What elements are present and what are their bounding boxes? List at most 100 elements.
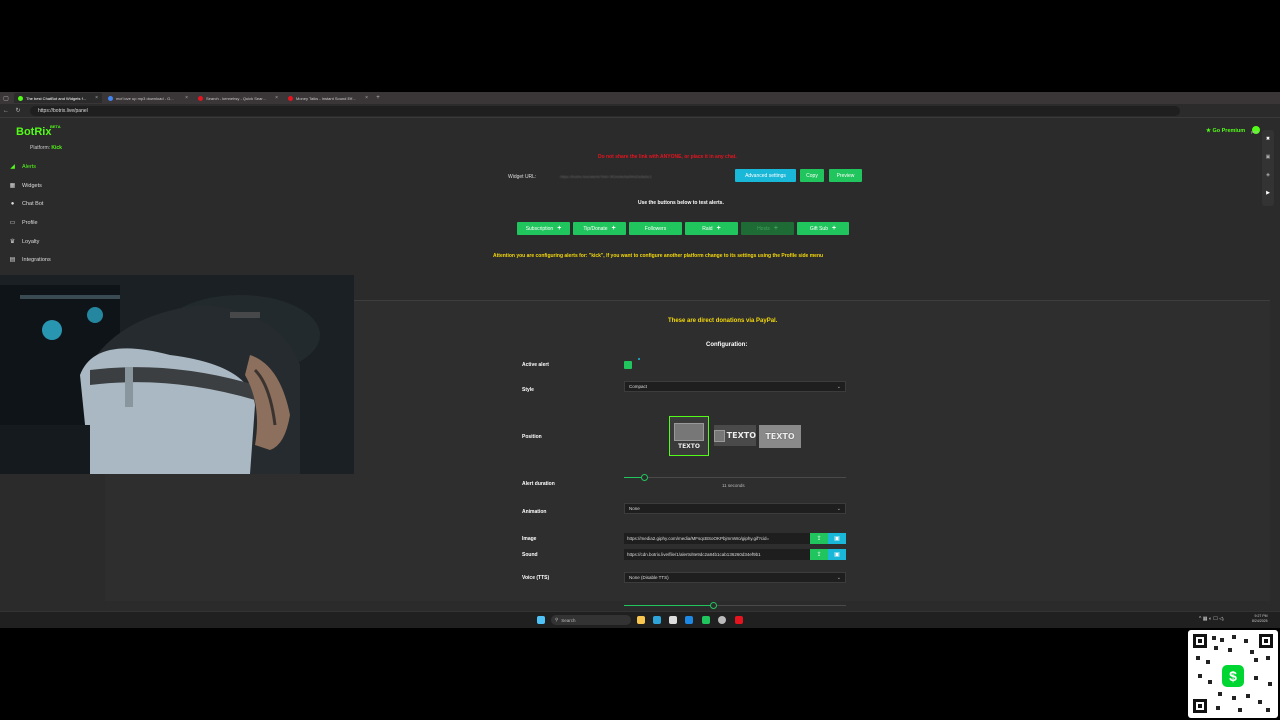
chevron-down-icon: ⌄: [836, 574, 841, 581]
sidebar-item-integrations[interactable]: ▤ Integrations: [9, 256, 51, 264]
browser-tab[interactable]: The best ChatBot and Widgets f... ×: [14, 93, 102, 103]
extension-icon[interactable]: ✖: [1262, 136, 1274, 142]
tab-label: The best ChatBot and Widgets f...: [26, 95, 87, 101]
animation-value: None: [629, 506, 640, 511]
slider-handle[interactable]: [640, 474, 648, 481]
clock[interactable]: 9:27 PM 8/24/2025: [1252, 614, 1268, 624]
alert-duration-slider[interactable]: [624, 477, 846, 478]
close-tab-icon[interactable]: ×: [95, 95, 98, 101]
tab-actions-icon[interactable]: ▢: [0, 95, 12, 102]
gallery-icon[interactable]: ▣: [828, 533, 846, 544]
browser-tab[interactable]: Search - kennehsy - Quick Sear... ×: [194, 93, 282, 103]
test-raid-button[interactable]: Raid +: [685, 222, 738, 235]
search-icon: ⚲: [555, 617, 559, 622]
profile-label: prof: [1251, 129, 1258, 134]
sound-url-input[interactable]: https://cdn.botrix.live/file/1/alerts/8e…: [624, 549, 810, 560]
button-label: Hosts: [757, 225, 770, 232]
button-label: Followers: [644, 225, 667, 232]
position-preview-text: TEXTO: [726, 431, 756, 440]
image-url-input[interactable]: https://media2.giphy.com/media/MFsqcBSoO…: [624, 533, 810, 544]
position-option-side[interactable]: TEXTO: [714, 425, 756, 446]
go-premium-link[interactable]: ★ Go Premium: [1206, 128, 1245, 134]
integrations-icon: ▤: [9, 257, 16, 263]
sidebar-item-loyalty[interactable]: ♛ Loyalty: [9, 238, 40, 246]
test-gift-sub-button[interactable]: Gift Sub +: [797, 222, 849, 235]
new-tab-button[interactable]: +: [372, 95, 384, 101]
button-label: Gift Sub: [809, 225, 828, 232]
test-subscription-button[interactable]: Subscription +: [517, 222, 570, 235]
preview-button[interactable]: Preview: [829, 169, 862, 182]
paypal-note: These are direct donations via PayPal.: [668, 318, 778, 324]
extension-icon[interactable]: ◈: [1262, 172, 1274, 178]
sidebar-item-alerts[interactable]: ◢ Alerts: [9, 163, 37, 171]
close-tab-icon[interactable]: ×: [365, 95, 368, 101]
profile-icon: ▭: [9, 220, 16, 226]
webcam-feed-image: [0, 275, 354, 474]
position-label: Position: [522, 434, 542, 440]
close-tab-icon[interactable]: ×: [185, 95, 188, 101]
upload-icon[interactable]: ⇪: [810, 533, 828, 544]
voice-tts-label: Voice (TTS): [522, 575, 550, 581]
browser-tab[interactable]: Money Talks - Instant Sound Eff... ×: [284, 93, 372, 103]
favicon-icon: [288, 95, 293, 101]
trophy-icon: ♛: [9, 239, 16, 245]
animation-select[interactable]: None ⌄: [624, 503, 846, 514]
extension-icon[interactable]: ▣: [1262, 154, 1274, 160]
tray-icons[interactable]: ^ ▦ ◐ ☐ ◁ᵢ: [1199, 616, 1224, 622]
url-field[interactable]: https://botrix.live/panel: [30, 105, 1180, 116]
sidebar-item-chat-bot[interactable]: ● Chat Bot: [9, 201, 44, 207]
app-icon[interactable]: [735, 616, 743, 624]
copy-button[interactable]: Copy: [800, 169, 824, 182]
test-followers-button[interactable]: Followers: [629, 222, 682, 235]
bell-icon: ◢: [10, 164, 15, 170]
test-hint: Use the buttons below to test alerts.: [638, 200, 724, 206]
botrix-logo[interactable]: BotRix: [16, 126, 51, 138]
upload-icon[interactable]: ⇪: [810, 549, 828, 560]
widgets-icon: ▦: [9, 183, 16, 189]
start-icon[interactable]: [537, 616, 545, 624]
extension-icon[interactable]: ▶: [1262, 190, 1274, 196]
obs-icon[interactable]: [718, 616, 726, 624]
sidebar-item-label: Alerts: [22, 163, 37, 170]
back-icon[interactable]: ←: [0, 108, 12, 114]
search-placeholder: Search: [561, 617, 576, 623]
platform-indicator: Platform: Kick: [30, 145, 62, 151]
favicon-icon: [108, 95, 113, 101]
file-explorer-icon[interactable]: [637, 616, 645, 624]
address-bar-row: ← ↻ https://botrix.live/panel: [0, 104, 1280, 118]
close-tab-icon[interactable]: ×: [275, 95, 278, 101]
image-placeholder-icon: [674, 422, 704, 441]
active-alert-toggle[interactable]: [624, 361, 632, 369]
plus-icon: +: [716, 225, 721, 232]
taskbar-search[interactable]: ⚲ Search: [551, 615, 631, 625]
edge-icon[interactable]: [653, 616, 661, 624]
plus-icon: +: [831, 225, 837, 232]
favicon-icon: [18, 95, 23, 101]
advanced-settings-button[interactable]: Advanced settings: [735, 169, 796, 182]
gallery-icon[interactable]: ▣: [828, 549, 846, 560]
position-option-overlay[interactable]: TEXTO: [759, 425, 801, 448]
test-hosts-button[interactable]: Hosts +: [741, 222, 794, 235]
app-icon[interactable]: [669, 616, 677, 624]
slider-handle[interactable]: [709, 602, 717, 609]
app-icon[interactable]: [702, 616, 710, 624]
widget-url-field[interactable]: https://botrix.live/alerts?bid=3f1bd4e6a…: [560, 171, 728, 181]
active-alert-label: Active alert: [522, 362, 549, 368]
webcam-overlay: [0, 275, 354, 474]
button-label: Subscription: [525, 225, 554, 232]
tab-label: mcf love up mp3 download - G...: [116, 95, 174, 101]
platform-attention-notice: Attention you are configuring alerts for…: [493, 253, 824, 259]
sidebar-item-profile[interactable]: ▭ Profile: [9, 219, 38, 227]
chevron-down-icon: ⌄: [836, 383, 841, 390]
position-preview-text: TEXTO: [677, 442, 700, 450]
test-tip-button[interactable]: Tip/Donate +: [573, 222, 626, 235]
position-option-stacked[interactable]: TEXTO: [669, 416, 709, 456]
reload-icon[interactable]: ↻: [12, 107, 24, 114]
voice-tts-select[interactable]: None (Disable TTS) ⌄: [624, 572, 846, 583]
sidebar-item-widgets[interactable]: ▦ Widgets: [9, 182, 42, 190]
browser-tab-bar: ▢ The best ChatBot and Widgets f... × mc…: [0, 92, 1280, 104]
browser-tab[interactable]: mcf love up mp3 download - G... ×: [104, 93, 192, 103]
store-icon[interactable]: [685, 616, 693, 624]
style-select[interactable]: Compact ⌄: [624, 381, 846, 392]
tab-label: Money Talks - Instant Sound Eff...: [296, 95, 356, 101]
